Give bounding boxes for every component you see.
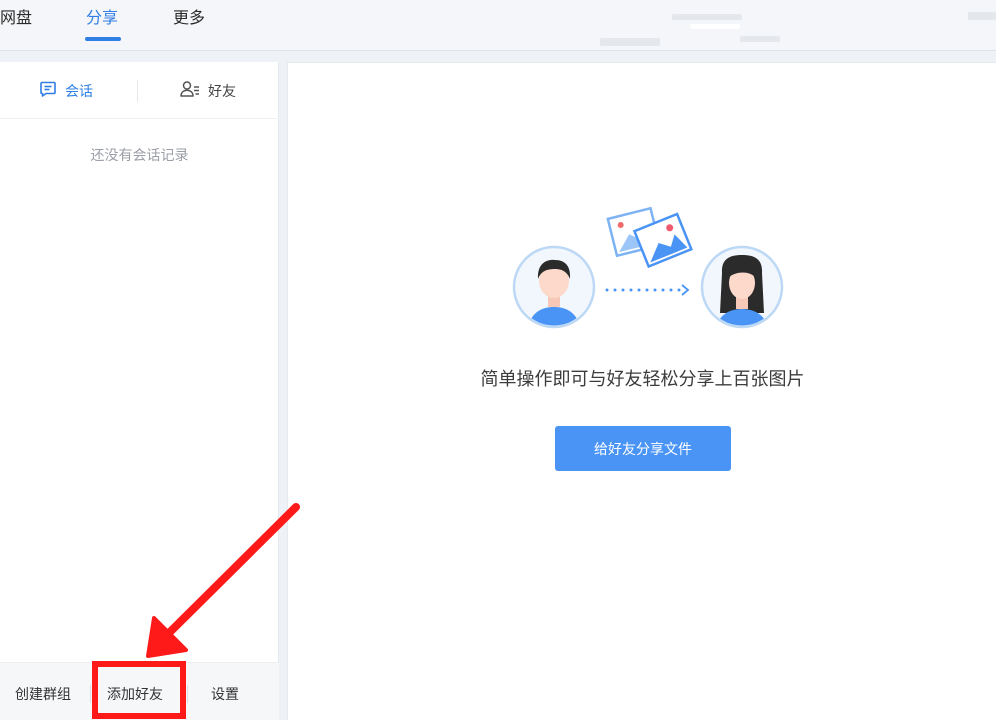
nav-tab-netdisk[interactable]: 网盘 [0, 8, 32, 28]
arrow-icon [605, 284, 690, 296]
female-avatar-icon [700, 245, 784, 329]
sidebar-footer: 创建群组 添加好友 设置 [0, 662, 279, 720]
tab-friends-label: 好友 [208, 84, 236, 100]
tab-conversations-label: 会话 [65, 84, 93, 100]
share-photos-illustration [509, 203, 789, 333]
share-main-panel: 简单操作即可与好友轻松分享上百张图片 给好友分享文件 [287, 62, 996, 720]
footer-divider [187, 685, 188, 703]
add-friend-button[interactable]: 添加好友 [107, 684, 163, 704]
nav-tab-share[interactable]: 分享 [86, 8, 118, 28]
share-files-button[interactable]: 给好友分享文件 [555, 426, 731, 471]
contacts-icon [180, 80, 200, 102]
chat-icon [39, 80, 57, 102]
photo-stack-icon [606, 206, 693, 269]
tab-conversations[interactable]: 会话 [39, 80, 93, 102]
settings-button[interactable]: 设置 [211, 684, 239, 704]
create-group-button[interactable]: 创建群组 [15, 684, 71, 704]
active-tab-indicator [85, 37, 121, 41]
top-navigation: 网盘 分享 更多 [0, 0, 996, 51]
tab-friends[interactable]: 好友 [180, 80, 236, 102]
nav-tab-more[interactable]: 更多 [173, 8, 205, 28]
tab-divider [137, 80, 138, 102]
share-tagline: 简单操作即可与好友轻松分享上百张图片 [480, 369, 805, 390]
sidebar-tabs: 会话 好友 [0, 62, 279, 119]
empty-conversations-text: 还没有会话记录 [90, 148, 189, 164]
footer-divider [90, 685, 91, 703]
male-avatar-icon [512, 245, 596, 329]
conversation-panel: 会话 好友 还没有会话记录 创建群组 添加好友 设置 [0, 62, 279, 720]
